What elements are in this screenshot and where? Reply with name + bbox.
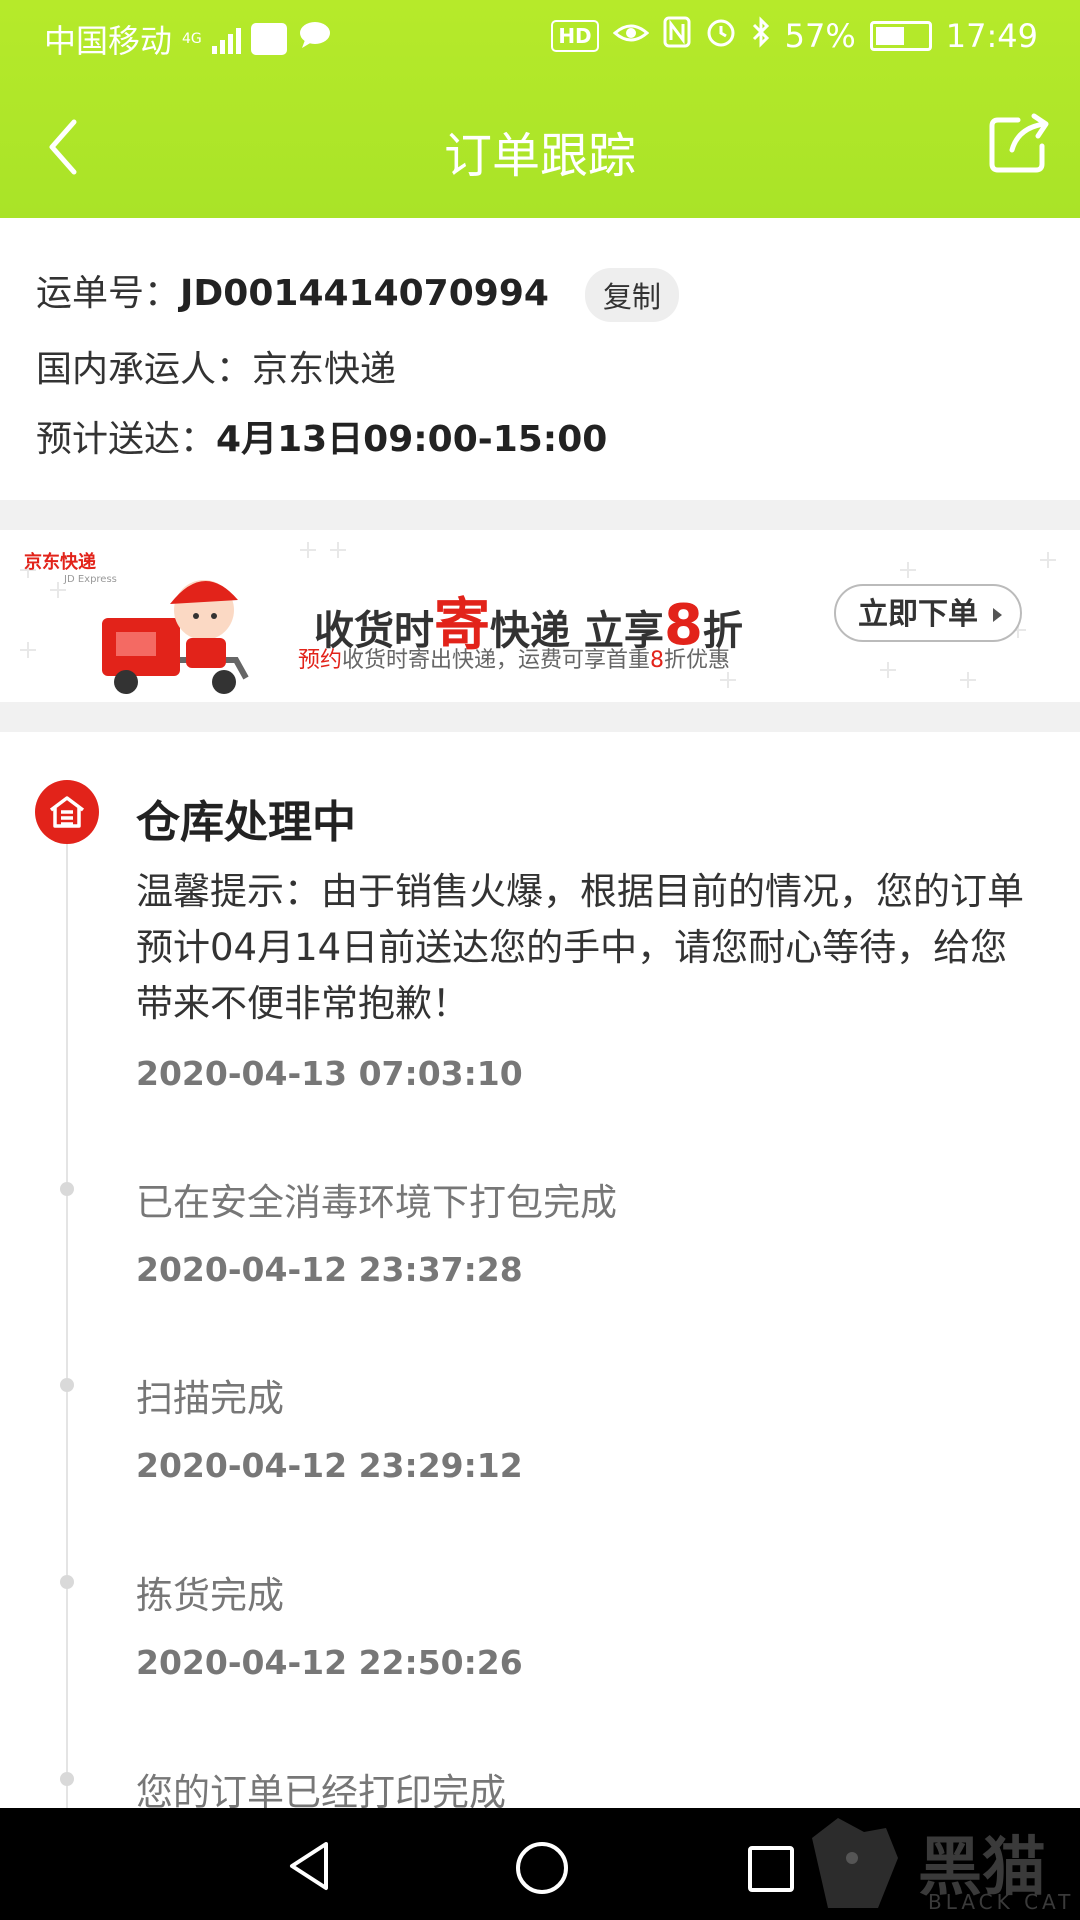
current-status-message: 温馨提示：由于销售火爆，根据目前的情况，您的订单预计04月14日前送达您的手中，… — [136, 870, 1024, 1025]
network-type: 4G — [182, 31, 202, 47]
timeline-dot — [60, 1182, 74, 1196]
banner-subtext: 预约收货时寄出快递，运费可享首重8折优惠 — [298, 648, 731, 673]
nav-bar: 订单跟踪 — [0, 74, 1080, 218]
section-divider — [0, 702, 1080, 732]
courier-mascot-icon — [102, 580, 249, 694]
battery-icon — [869, 21, 932, 51]
carrier-name: 中国移动 — [44, 22, 173, 60]
timeline-event-text: 已在安全消毒环境下打包完成 — [136, 1181, 617, 1224]
eta-value: 4月13日09:00-15:00 — [216, 419, 608, 460]
alarm-icon — [705, 16, 737, 56]
waybill-number: JD0014414070994 — [180, 273, 549, 314]
chat-bubble-icon — [297, 20, 333, 58]
share-icon[interactable] — [984, 110, 1052, 178]
timeline-event-text: 拣货完成 — [136, 1574, 284, 1617]
warehouse-icon — [35, 780, 99, 844]
watermark-sub: BLACK CAT — [928, 1890, 1075, 1914]
hd-icon: HD — [551, 20, 599, 52]
timeline-dot — [60, 1772, 74, 1786]
carrier-label: 国内承运人： — [36, 349, 253, 390]
timeline-dot — [60, 1378, 74, 1392]
carrier-value: 京东快递 — [252, 349, 397, 390]
carrier-row: 国内承运人：京东快递 — [36, 340, 396, 392]
nfc-icon — [663, 16, 691, 56]
eta-row: 预计送达：4月13日09:00-15:00 — [36, 410, 607, 462]
signal-icon — [211, 24, 241, 54]
current-status-time: 2020-04-13 07:03:10 — [136, 1054, 523, 1093]
bluetooth-icon — [751, 16, 771, 56]
timeline-event-text: 扫描完成 — [136, 1377, 284, 1420]
current-status-title: 仓库处理中 — [136, 797, 356, 848]
eye-icon — [612, 17, 649, 55]
waybill-number-row: 运单号：JD0014414070994 复制 — [36, 264, 679, 322]
nav-back-icon[interactable] — [286, 1840, 334, 1892]
status-bar: 中国移动 4G HD 57% 17:49 — [0, 0, 1080, 74]
waybill-info: 运单号：JD0014414070994 复制 国内承运人：京东快递 预计送达：4月… — [0, 218, 1080, 500]
page-title: 订单跟踪 — [443, 128, 636, 184]
section-divider — [0, 500, 1080, 530]
clock-time: 17:49 — [945, 17, 1038, 55]
nav-recents-icon[interactable] — [748, 1846, 794, 1892]
timeline-line — [66, 812, 68, 1812]
timeline-event-time: 2020-04-12 23:37:28 — [136, 1250, 523, 1289]
copy-button[interactable]: 复制 — [584, 268, 679, 322]
waybill-number-label: 运单号： — [36, 273, 181, 314]
promo-banner[interactable]: 京东快递 JD Express 收货时寄快递 立享8折 预约收货时寄出快递，运费… — [0, 530, 1080, 702]
app-header: 中国移动 4G HD 57% 17:49 订单跟踪 — [0, 0, 1080, 218]
battery-percent: 57% — [784, 17, 856, 55]
eta-label: 预计送达： — [36, 419, 217, 460]
message-app-icon — [250, 23, 287, 55]
order-now-button[interactable]: 立即下单 — [834, 584, 1022, 642]
timeline-event-time: 2020-04-12 23:29:12 — [136, 1446, 523, 1485]
timeline-event-time: 2020-04-12 22:50:26 — [136, 1643, 523, 1682]
timeline-dot — [60, 1575, 74, 1589]
nav-home-icon[interactable] — [516, 1842, 568, 1894]
tracking-timeline: 仓库处理中 温馨提示：由于销售火爆，根据目前的情况，您的订单预计04月14日前送… — [0, 732, 1080, 1814]
